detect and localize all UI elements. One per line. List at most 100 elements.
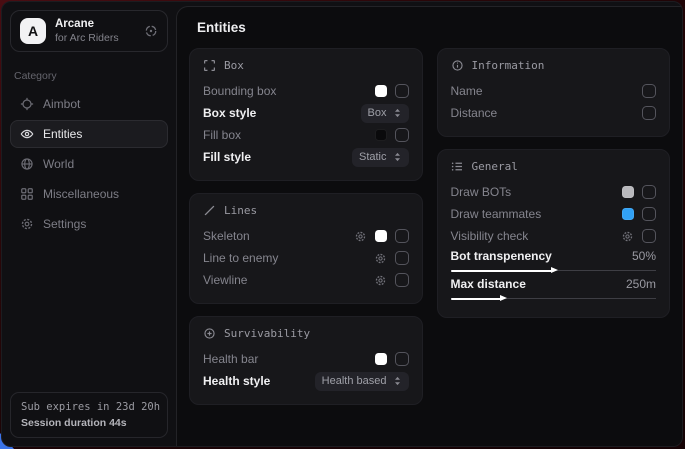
- category-label: Category: [14, 70, 164, 82]
- app-window: A Arcane for Arc Riders Category Aimbot: [1, 1, 683, 447]
- panel-columns: Box Bounding box Box style Box: [177, 44, 682, 417]
- fill-box-checkbox[interactable]: [395, 128, 409, 142]
- setting-row: Skeleton: [203, 225, 409, 247]
- health-bar-checkbox[interactable]: [395, 352, 409, 366]
- health-style-select[interactable]: Health based: [315, 372, 409, 391]
- row-gear-icon[interactable]: [621, 230, 634, 243]
- skeleton-checkbox[interactable]: [395, 229, 409, 243]
- setting-label: Bounding box: [203, 84, 276, 98]
- lines-card: Lines Skeleton Line to enemy: [189, 193, 423, 304]
- select-value: Box: [368, 107, 387, 119]
- setting-label: Fill style: [203, 150, 251, 164]
- color-swatch[interactable]: [375, 230, 387, 242]
- color-swatch[interactable]: [375, 129, 387, 141]
- distance-checkbox[interactable]: [642, 106, 656, 120]
- crosshair-icon: [20, 97, 34, 111]
- lines-card-header: Lines: [203, 204, 409, 217]
- app-identity: Arcane for Arc Riders: [55, 18, 135, 43]
- globe-icon: [20, 157, 34, 171]
- draw-teammates-checkbox[interactable]: [642, 207, 656, 221]
- setting-row: Draw teammates: [451, 203, 657, 225]
- box-card-header: Box: [203, 59, 409, 72]
- select-value: Health based: [322, 375, 387, 387]
- setting-label: Distance: [451, 106, 498, 120]
- list-icon: [451, 160, 464, 173]
- survivability-card: Survivability Health bar Health style: [189, 316, 423, 405]
- updown-arrows-icon: [393, 152, 402, 162]
- page-title: Entities: [197, 20, 662, 35]
- setting-label: Name: [451, 84, 483, 98]
- updown-arrows-icon: [393, 376, 402, 386]
- name-checkbox[interactable]: [642, 84, 656, 98]
- slider-thumb[interactable]: [551, 267, 558, 273]
- setting-label: Fill box: [203, 128, 241, 142]
- bot-transparency-slider[interactable]: [451, 266, 657, 275]
- slider-value: 250m: [626, 277, 656, 291]
- right-column: Information Name Distance: [437, 48, 671, 318]
- card-title: Box: [224, 59, 244, 72]
- color-swatch[interactable]: [622, 208, 634, 220]
- draw-bots-checkbox[interactable]: [642, 185, 656, 199]
- card-title: Survivability: [224, 327, 310, 340]
- max-distance-setting: Max distance 250m: [451, 277, 657, 303]
- setting-label: Draw BOTs: [451, 185, 512, 199]
- setting-row: Viewline: [203, 269, 409, 291]
- setting-label: Visibility check: [451, 229, 529, 243]
- sidebar-item-label: Miscellaneous: [43, 187, 119, 201]
- line-to-enemy-checkbox[interactable]: [395, 251, 409, 265]
- sidebar-item-world[interactable]: World: [10, 150, 168, 178]
- info-icon: [451, 59, 464, 72]
- app-subtitle: for Arc Riders: [55, 32, 135, 44]
- sync-icon[interactable]: [144, 24, 158, 38]
- box-style-select[interactable]: Box: [361, 104, 409, 123]
- row-gear-icon[interactable]: [354, 230, 367, 243]
- sidebar-item-miscellaneous[interactable]: Miscellaneous: [10, 180, 168, 208]
- color-swatch[interactable]: [375, 353, 387, 365]
- card-title: Lines: [224, 204, 257, 217]
- sidebar-item-label: Aimbot: [43, 97, 80, 111]
- general-card: General Draw BOTs Draw teammates: [437, 149, 671, 318]
- sidebar-nav: Aimbot Entities World Miscellaneous: [10, 90, 168, 238]
- setting-label: Health bar: [203, 352, 258, 366]
- sidebar-item-entities[interactable]: Entities: [10, 120, 168, 148]
- setting-row: Fill box: [203, 124, 409, 146]
- setting-row: Draw BOTs: [451, 181, 657, 203]
- sidebar-item-aimbot[interactable]: Aimbot: [10, 90, 168, 118]
- color-swatch[interactable]: [375, 85, 387, 97]
- entities-eye-icon: [20, 127, 34, 141]
- information-card: Information Name Distance: [437, 48, 671, 137]
- grid-icon: [20, 187, 34, 201]
- box-card: Box Bounding box Box style Box: [189, 48, 423, 181]
- setting-row: Box style Box: [203, 102, 409, 124]
- setting-row: Distance: [451, 102, 657, 124]
- sidebar-item-label: Settings: [43, 217, 86, 231]
- bounding-box-checkbox[interactable]: [395, 84, 409, 98]
- left-column: Box Bounding box Box style Box: [189, 48, 423, 405]
- max-distance-slider[interactable]: [451, 294, 657, 303]
- sub-expiry-text: Sub expires in 23d 20h: [21, 401, 157, 413]
- main-panel: Entities Box Bounding box: [176, 6, 682, 446]
- setting-row: Health bar: [203, 348, 409, 370]
- fill-style-select[interactable]: Static: [352, 148, 409, 167]
- slider-thumb[interactable]: [500, 295, 507, 301]
- setting-label: Box style: [203, 106, 256, 120]
- viewline-checkbox[interactable]: [395, 273, 409, 287]
- updown-arrows-icon: [393, 108, 402, 118]
- box-brackets-icon: [203, 59, 216, 72]
- app-logo: A: [20, 18, 46, 44]
- visibility-check-checkbox[interactable]: [642, 229, 656, 243]
- setting-row: Health style Health based: [203, 370, 409, 392]
- row-gear-icon[interactable]: [374, 252, 387, 265]
- information-card-header: Information: [451, 59, 657, 72]
- color-swatch[interactable]: [622, 186, 634, 198]
- sidebar-item-settings[interactable]: Settings: [10, 210, 168, 238]
- main-header: Entities: [177, 7, 682, 44]
- gear-icon: [20, 217, 34, 231]
- sidebar-item-label: Entities: [43, 127, 82, 141]
- health-circle-icon: [203, 327, 216, 340]
- general-card-header: General: [451, 160, 657, 173]
- setting-row: Bounding box: [203, 80, 409, 102]
- setting-label: Draw teammates: [451, 207, 542, 221]
- row-gear-icon[interactable]: [374, 274, 387, 287]
- slider-value: 50%: [632, 249, 656, 263]
